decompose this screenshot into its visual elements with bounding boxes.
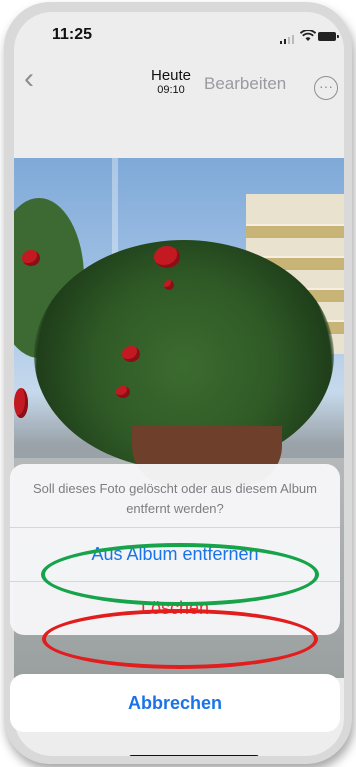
- cancel-button[interactable]: Abbrechen: [10, 674, 340, 732]
- edit-button[interactable]: Bearbeiten: [204, 74, 286, 94]
- nav-title-time: 09:10: [157, 84, 185, 96]
- back-chevron-icon[interactable]: ‹: [24, 64, 34, 94]
- green-highlight-ellipse: [41, 543, 319, 606]
- wifi-icon: [300, 30, 316, 41]
- home-indicator: [129, 755, 259, 756]
- red-highlight-ellipse: [42, 609, 318, 669]
- signal-icon: [280, 34, 294, 44]
- status-time: 11:25: [52, 26, 93, 43]
- status-bar: 11:25: [14, 12, 344, 56]
- battery-icon: [318, 32, 339, 41]
- more-options-icon[interactable]: ···: [314, 76, 338, 100]
- nav-title: Heute 09:10: [140, 67, 202, 97]
- nav-bar: ‹ Heute 09:10 Bearbeiten ···: [14, 60, 344, 104]
- action-sheet-message: Soll dieses Foto gelöscht oder aus diese…: [10, 464, 340, 528]
- nav-title-date: Heute: [150, 67, 192, 84]
